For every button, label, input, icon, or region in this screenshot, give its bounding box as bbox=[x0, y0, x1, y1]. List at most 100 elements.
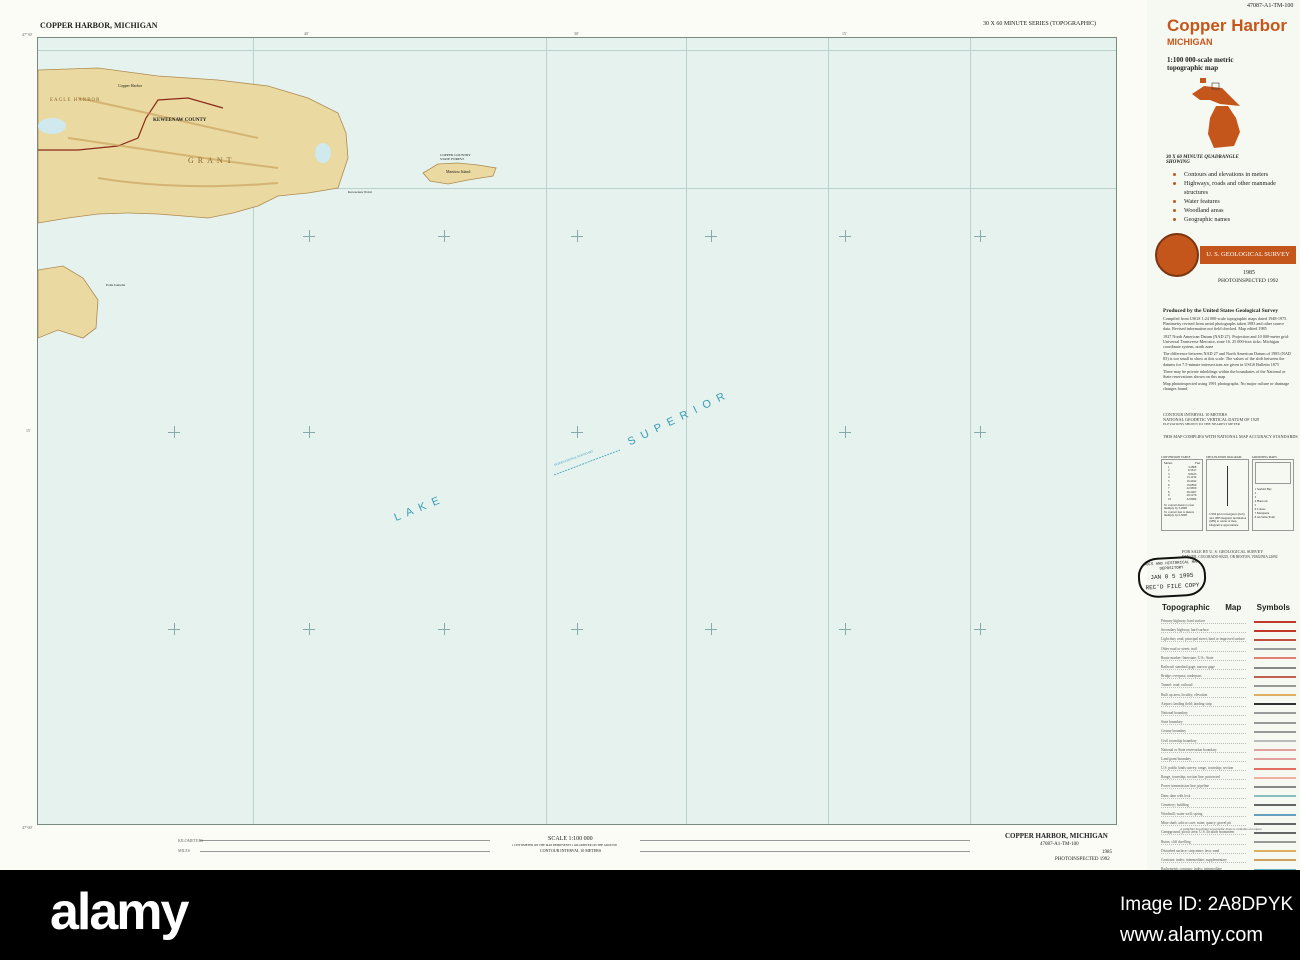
panel-year: 1985 bbox=[1243, 270, 1255, 276]
legend-item-label: Windmill; water well; spring bbox=[1161, 812, 1246, 818]
legend-symbol bbox=[1253, 620, 1296, 623]
coord-lon-30: 30' bbox=[574, 31, 579, 36]
legend-symbol bbox=[1253, 795, 1296, 798]
legend-symbol bbox=[1253, 684, 1296, 687]
legend-item: Power transmission line; pipeline bbox=[1161, 782, 1296, 791]
legend-symbol bbox=[1253, 813, 1296, 816]
usgs-seal-icon bbox=[1155, 233, 1199, 277]
legend-symbol bbox=[1253, 712, 1296, 715]
legend-item: Bridge; overpass; underpass bbox=[1161, 672, 1296, 681]
coord-lat-15: 15' bbox=[26, 428, 31, 433]
legend-item-label: Airport; landing field; landing strip bbox=[1161, 702, 1246, 707]
panel-code: 47087-A1-TM-100 bbox=[1247, 3, 1294, 9]
feature-list: Contours and elevations in meters Highwa… bbox=[1166, 170, 1286, 224]
legend-item-label: National or State reservation boundary bbox=[1161, 748, 1246, 753]
legend-symbol bbox=[1253, 721, 1296, 724]
feature-item: Water features bbox=[1166, 197, 1286, 206]
alamy-url: www.alamy.com bbox=[1120, 924, 1263, 946]
legend-symbol bbox=[1253, 850, 1296, 853]
elevations-note: ELEVATIONS SHOWN TO THE NEAREST METER bbox=[1163, 422, 1240, 426]
legend-symbol bbox=[1253, 758, 1296, 761]
legend-item: Land grant boundary bbox=[1161, 755, 1296, 764]
legend-item: Other road or street; trail bbox=[1161, 645, 1296, 654]
legend-title: Topographic Map Symbols bbox=[1162, 603, 1290, 612]
lake-medora bbox=[38, 118, 66, 134]
legend-item-label: Civil township boundary bbox=[1161, 739, 1246, 744]
legend-item: Built up area; locality; elevation bbox=[1161, 691, 1296, 700]
legend-item-label: Ruins; cliff dwelling bbox=[1161, 840, 1246, 845]
legend-item: Cemetery; building bbox=[1161, 801, 1296, 810]
stamp-line: REC'D FILE COPY bbox=[1145, 581, 1200, 592]
legend-title-word: Map bbox=[1225, 603, 1242, 612]
bottom-code: 47087-A1-TM-100 bbox=[1040, 842, 1079, 847]
km-label: KILOMETERS bbox=[178, 838, 204, 843]
legend-item: Civil township boundary bbox=[1161, 736, 1296, 745]
legend-item-label: Tunnel: road; railroad bbox=[1161, 683, 1246, 689]
legend-item: Light duty road; principal street; hard … bbox=[1161, 635, 1296, 644]
map-header-title: COPPER HARBOR, MICHIGAN bbox=[40, 21, 158, 30]
legend-item-label: Dam; dam with lock bbox=[1161, 794, 1246, 799]
point-isabelle-land bbox=[38, 265, 99, 339]
legend-symbol bbox=[1253, 730, 1296, 733]
place-label: COPPER COUNTRY STATE FOREST bbox=[440, 153, 471, 161]
legend-symbol bbox=[1253, 776, 1296, 779]
map-sheet: COPPER HARBOR, MICHIGAN 30 X 60 MINUTE S… bbox=[0, 0, 1300, 870]
adjoining-map-item: 8 Au Sable Point bbox=[1254, 515, 1275, 519]
declination-note: UTM grid convergence (GN) and 1985 magne… bbox=[1209, 512, 1247, 527]
place-label: KEWEENAW COUNTY bbox=[153, 118, 207, 123]
legend-symbol bbox=[1253, 638, 1296, 641]
legend-item: Tunnel: road; railroad bbox=[1161, 681, 1296, 690]
production-notes: Produced by the United States Geological… bbox=[1163, 308, 1293, 392]
legend-item-label: Range, township; section line; protracte… bbox=[1161, 775, 1246, 781]
legend-symbol bbox=[1253, 785, 1296, 788]
legend-item-label: State boundary bbox=[1161, 720, 1246, 726]
scale-note: 1 CENTIMETER ON THE MAP REPRESENTS 1 KIL… bbox=[512, 843, 617, 847]
legend-title-word: Symbols bbox=[1256, 603, 1290, 612]
scale-label: SCALE 1:100 000 bbox=[548, 836, 593, 842]
coord-top-left: 47°30' bbox=[22, 32, 33, 37]
legend-item: State boundary bbox=[1161, 718, 1296, 727]
legend-title-word: Topographic bbox=[1162, 603, 1210, 612]
place-label: Point Isabelle bbox=[106, 283, 126, 287]
legend-item-label: Primary highway, hard surface bbox=[1161, 619, 1246, 625]
legend-symbol bbox=[1253, 749, 1296, 752]
note: Compiled from USGS 1:24 000-scale topogr… bbox=[1163, 316, 1288, 332]
place-label: EAGLE HARBOR bbox=[50, 98, 101, 103]
place-label: GRANT bbox=[188, 156, 236, 165]
feet-scale-bar bbox=[640, 840, 970, 852]
place-label: Manitou Island bbox=[446, 169, 471, 174]
alamy-logo: alamy bbox=[50, 883, 189, 941]
place-label: Keweenaw Point bbox=[348, 190, 372, 194]
legend-symbol bbox=[1253, 666, 1296, 669]
legend-item-label: Route marker: Interstate; U.S.; State bbox=[1161, 656, 1246, 661]
note: There may be private inholdings within t… bbox=[1163, 368, 1286, 380]
legend-symbol bbox=[1253, 822, 1296, 825]
contour-interval-bottom: CONTOUR INTERVAL 10 METERS bbox=[540, 848, 602, 853]
legend-item: Range, township; section line; protracte… bbox=[1161, 773, 1296, 782]
map-area[interactable]: KEWEENAW COUNTY GRANT EAGLE HARBOR Coppe… bbox=[37, 37, 1117, 825]
legend-item: Ruins; cliff dwelling bbox=[1161, 838, 1296, 847]
legend-item: Route marker: Interstate; U.S.; State bbox=[1161, 654, 1296, 663]
legend-item: Dam; dam with lock bbox=[1161, 792, 1296, 801]
legend-item-label: Cemetery; building bbox=[1161, 803, 1246, 808]
declination-diagram: DECLINATION DIAGRAM UTM grid convergence… bbox=[1206, 455, 1249, 535]
meters-value: 10 bbox=[1168, 496, 1171, 501]
note: The difference between NAD 27 and North … bbox=[1163, 351, 1291, 367]
legend-item: National boundary bbox=[1161, 709, 1296, 718]
legend-item: Disturbed surface; strip mine; lava; san… bbox=[1161, 847, 1296, 856]
legend-item-label: Other road or street; trail bbox=[1161, 647, 1246, 652]
legend-item-label: U.S. public lands survey: range, townshi… bbox=[1161, 766, 1246, 772]
feature-item: Geographic names bbox=[1166, 215, 1286, 224]
note: 1927 North American Datum (NAD 27). Proj… bbox=[1163, 333, 1289, 350]
legend-symbol bbox=[1253, 629, 1296, 632]
legend-item-label: County boundary bbox=[1161, 729, 1246, 735]
legend-item: Secondary highway, hard surface bbox=[1161, 626, 1296, 635]
bottom-year: 1985 bbox=[1102, 850, 1112, 855]
miles-label: MILES bbox=[178, 848, 190, 853]
note: Map photoinspected using 1991 photograph… bbox=[1163, 381, 1290, 392]
info-boxes: CONVERSION TABLE Meters Feet 1 3.2808 2 6.561… bbox=[1161, 455, 1294, 535]
legend-symbol bbox=[1253, 841, 1296, 844]
legend-symbol bbox=[1253, 831, 1296, 834]
watermark-footer: alamy Image ID: 2A8DPYK www.alamy.com bbox=[0, 870, 1300, 960]
legend-symbol bbox=[1253, 703, 1296, 706]
